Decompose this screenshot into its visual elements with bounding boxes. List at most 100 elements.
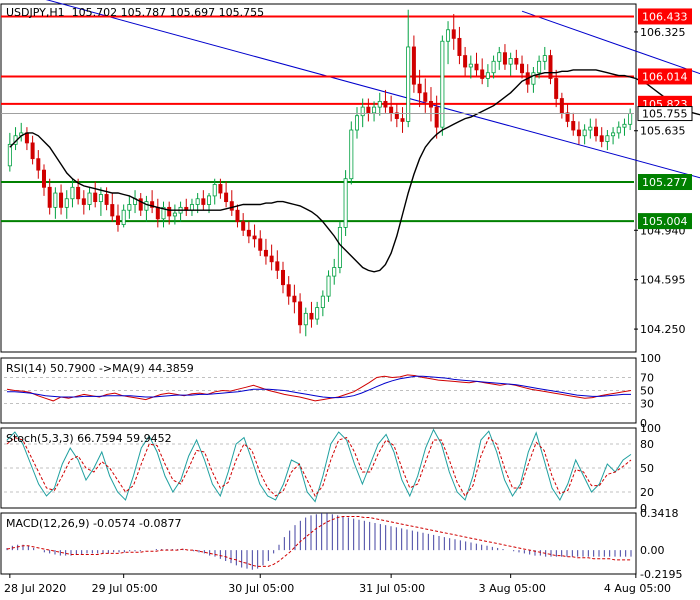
candle-body [508, 58, 513, 65]
time-axis-label: 30 Jul 05:00 [228, 582, 294, 595]
candle-body [252, 235, 257, 240]
candle-body [30, 142, 35, 160]
candle-body [127, 204, 132, 211]
candle-body [548, 55, 553, 79]
candle-body [480, 69, 485, 79]
rsi-tick-label: 30 [640, 398, 654, 411]
time-axis-label: 28 Jul 2020 [4, 582, 66, 595]
candle-body [434, 106, 439, 128]
candle-body [201, 198, 206, 205]
candle-body [195, 198, 200, 205]
candle-body [554, 78, 559, 99]
candle-body [571, 121, 576, 131]
candle-body [53, 192, 58, 208]
candle-body [286, 284, 291, 297]
moving-average-line [9, 69, 700, 273]
price-header: USDJPY,H1 105.702 105.787 105.697 105.75… [6, 6, 264, 19]
candle-body [349, 129, 354, 180]
candle-body [400, 118, 405, 122]
candle-body [155, 206, 160, 220]
candle-body [377, 100, 382, 108]
candle-body [537, 60, 542, 74]
price-tick-label: 104.250 [640, 323, 686, 336]
candle-body [98, 194, 103, 203]
candle-body [115, 215, 120, 225]
candle-body [269, 255, 274, 263]
stoch-tick-label: 20 [640, 486, 654, 499]
candle-body [81, 198, 86, 205]
candle-body [303, 312, 308, 326]
candle-body [360, 106, 365, 117]
candle-body [594, 126, 599, 137]
candle-body [93, 192, 98, 203]
candle-body [428, 100, 433, 108]
candle-body [628, 113, 633, 125]
candle-body [24, 132, 29, 144]
rsi-tick-label: 70 [640, 372, 654, 385]
candle-body [622, 123, 627, 128]
candle-body [354, 115, 359, 131]
candle-body [320, 295, 325, 309]
candle-body [531, 72, 536, 85]
candle-body [576, 129, 581, 137]
macd-tick-label: -0.2195 [640, 568, 682, 581]
time-axis-label: 3 Aug 05:00 [479, 582, 546, 595]
candle-body [565, 112, 570, 122]
candle-body [224, 192, 229, 203]
price-tick-label: 106.325 [640, 26, 686, 39]
candle-body [497, 52, 502, 62]
candle-body [87, 192, 92, 205]
candle-body [451, 29, 456, 39]
candle-body [502, 52, 507, 65]
macd-tick-label: 0.3418 [640, 507, 679, 520]
candle-body [70, 186, 75, 200]
candle-body [229, 201, 234, 211]
candle-body [167, 206, 172, 217]
candle-body [440, 40, 445, 128]
candle-body [298, 301, 303, 326]
candle-body [337, 227, 342, 268]
stoch-tick-label: 50 [640, 462, 654, 475]
resistance-level-label: 106.014 [642, 70, 688, 83]
candle-body [275, 261, 280, 271]
price-panel-frame [0, 3, 637, 353]
stoch-tick-label: 100 [640, 422, 661, 435]
channel-line [45, 0, 700, 179]
candle-body [241, 221, 246, 231]
resistance-level-label: 106.433 [642, 10, 688, 23]
candle-body [605, 135, 610, 142]
candle-body [457, 37, 462, 56]
candle-body [343, 178, 348, 228]
candle-body [411, 46, 416, 85]
candle-body [446, 29, 451, 42]
time-axis-label: 29 Jul 05:00 [92, 582, 158, 595]
candle-body [417, 83, 422, 94]
stoch-tick-label: 80 [640, 438, 654, 451]
candle-body [292, 295, 297, 303]
candle-body [281, 269, 286, 286]
symbol-label: USDJPY,H1 [6, 6, 65, 19]
candle-body [104, 194, 109, 205]
price-tick-label: 105.635 [640, 125, 686, 138]
candle-body [389, 106, 394, 114]
candle-body [542, 55, 547, 62]
candle-body [423, 92, 428, 102]
time-axis-label: 31 Jul 05:00 [359, 582, 425, 595]
candle-body [514, 58, 519, 65]
candle-body [218, 184, 223, 194]
candle-body [47, 186, 52, 208]
candle-body [599, 135, 604, 142]
macd-title: MACD(12,26,9) -0.0574 -0.0877 [6, 517, 182, 530]
candle-body [611, 132, 616, 137]
rsi-ma-line [7, 375, 631, 399]
support-level-label: 105.004 [642, 215, 688, 228]
rsi-tick-label: 100 [640, 352, 661, 365]
candle-body [110, 204, 115, 217]
candle-body [258, 238, 263, 251]
trading-chart: 106.325105.635104.940104.595104.250106.4… [0, 0, 700, 595]
ohlc-values: 105.702 105.787 105.697 105.755 [71, 6, 265, 19]
candle-body [212, 184, 217, 197]
candle-body [41, 169, 46, 188]
candle-body [485, 72, 490, 79]
candle-body [315, 307, 320, 320]
